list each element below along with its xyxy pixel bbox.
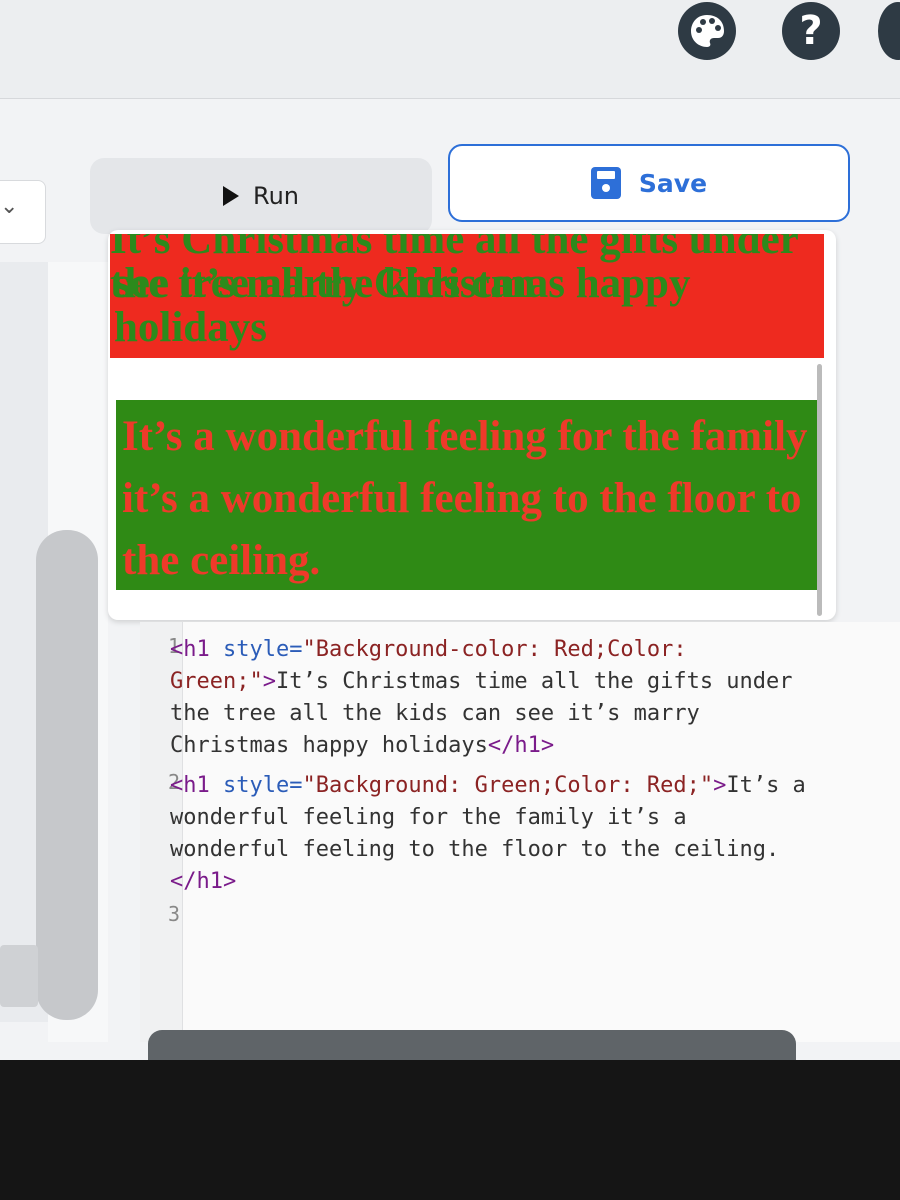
account-icon[interactable] <box>878 2 900 60</box>
code-tag-open: <h1 <box>170 773 210 798</box>
code-tag-close-bracket: > <box>713 773 727 798</box>
code-attr-value: "Background: Green;Color: Red;" <box>302 773 714 798</box>
run-button[interactable]: Run <box>90 158 432 234</box>
help-icon[interactable]: ? <box>782 2 840 60</box>
code-tag-end: </h1> <box>170 869 237 894</box>
top-bar: ? <box>0 0 900 99</box>
save-button[interactable]: Save <box>448 144 850 222</box>
preview-red-heading-hidden-line: It’s Christmas time all the gifts under … <box>110 234 798 307</box>
sidebar-scrollbar[interactable] <box>36 530 98 1020</box>
code-tag-end: </h1> <box>487 733 555 758</box>
play-icon <box>222 186 239 206</box>
code-attr: style= <box>209 637 303 662</box>
code-line-1[interactable]: <h1 style="Background-color: Red;Color: … <box>170 634 810 762</box>
floppy-disk-icon <box>590 167 621 199</box>
save-label: Save <box>638 168 708 198</box>
code-attr: style= <box>209 773 303 798</box>
palette-icon[interactable] <box>678 2 736 60</box>
code-line-2[interactable]: <h1 style="Background: Green;Color: Red;… <box>170 770 810 898</box>
app-screen: ? ⌄ Run Save It’s Christmas time all the… <box>0 0 900 1060</box>
code-tag-open: <h1 <box>170 637 210 662</box>
preview-red-heading: It’s Christmas time all the gifts under … <box>110 234 824 358</box>
monitor-bezel <box>0 1060 900 1200</box>
preview-scrollbar[interactable] <box>817 364 822 616</box>
html-preview: It’s Christmas time all the gifts under … <box>108 230 836 620</box>
line-number: 3 <box>167 902 180 926</box>
run-label: Run <box>252 182 300 210</box>
preview-green-heading: It’s a wonderful feeling for the family … <box>116 400 822 590</box>
code-editor[interactable]: 1 2 3 <h1 style="Background-color: Red;C… <box>140 622 900 1042</box>
chevron-down-icon[interactable]: ⌄ <box>0 194 18 219</box>
folder-icon[interactable] <box>0 945 38 1007</box>
code-tag-close-bracket: > <box>262 669 276 694</box>
